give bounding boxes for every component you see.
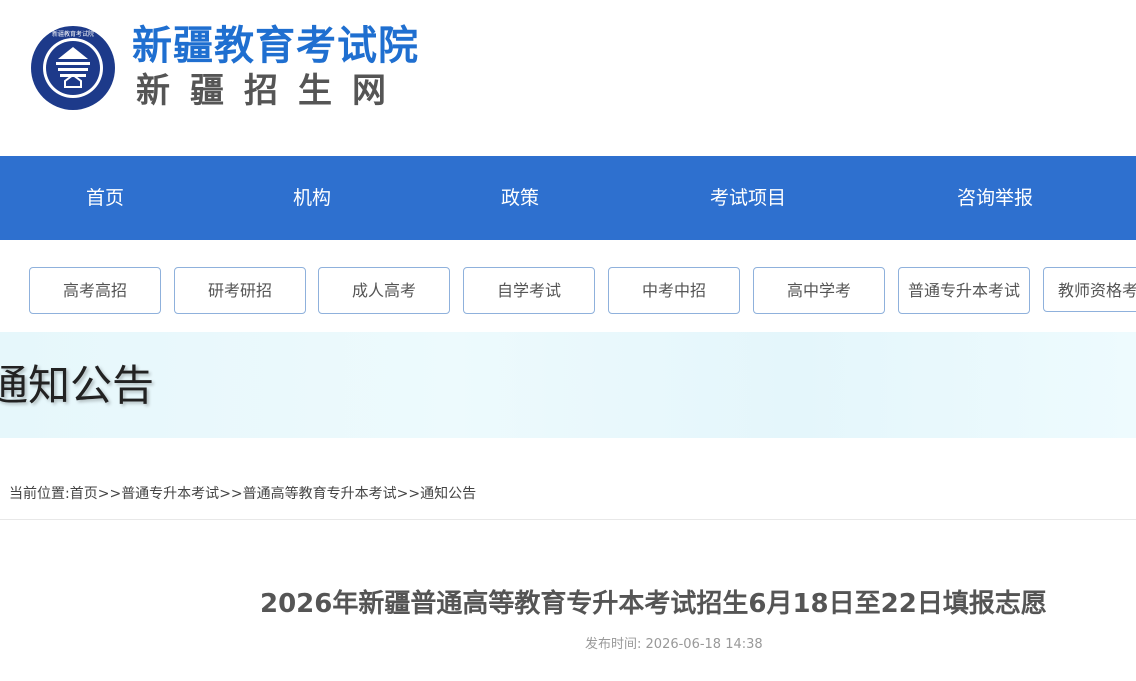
breadcrumb-link-upgrade-exam[interactable]: 普通专升本考试 bbox=[121, 486, 219, 502]
category-adult-exam[interactable]: 成人高考 bbox=[318, 267, 450, 314]
article-title: 2026年新疆普通高等教育专升本考试招生6月18日至22日填报志愿 bbox=[260, 589, 1047, 619]
nav-item-organization[interactable]: 机构 bbox=[293, 156, 331, 240]
breadcrumb-link-notices[interactable]: 通知公告 bbox=[420, 486, 476, 502]
publish-meta: 发布时间: 2026-06-18 14:38 bbox=[585, 633, 763, 652]
nav-item-home[interactable]: 首页 bbox=[86, 156, 124, 240]
category-upgrade-exam[interactable]: 普通专升本考试 bbox=[898, 267, 1030, 314]
nav-item-consult-report[interactable]: 咨询举报 bbox=[957, 156, 1033, 240]
category-zhongkao[interactable]: 中考中招 bbox=[608, 267, 740, 314]
breadcrumb-link-general-upgrade-exam[interactable]: 普通高等教育专升本考试 bbox=[243, 486, 397, 502]
breadcrumb-link-home[interactable]: 首页 bbox=[70, 486, 98, 502]
breadcrumb-separator: >> bbox=[396, 486, 421, 502]
publish-label: 发布时间: bbox=[585, 637, 642, 652]
category-gaokao[interactable]: 高考高招 bbox=[29, 267, 161, 314]
site-header: 新疆教育考试院 新疆教育考试院 新疆招生网 bbox=[0, 0, 1136, 156]
emblem-icon[interactable]: 新疆教育考试院 bbox=[30, 25, 116, 111]
site-title: 新疆教育考试院 bbox=[132, 23, 419, 69]
category-graduate-exam[interactable]: 研考研招 bbox=[174, 267, 306, 314]
site-subtitle: 新疆招生网 bbox=[136, 71, 406, 111]
breadcrumb-separator: >> bbox=[219, 486, 243, 502]
section-banner: 通知公告 bbox=[0, 332, 1136, 438]
logo-ring-text: 新疆教育考试院 bbox=[52, 30, 94, 38]
nav-item-policy[interactable]: 政策 bbox=[501, 156, 539, 240]
publish-time: 2026-06-18 14:38 bbox=[645, 637, 763, 652]
category-bar: 高考高招 研考研招 成人高考 自学考试 中考中招 高中学考 普通专升本考试 教师… bbox=[0, 267, 1136, 315]
category-self-study[interactable]: 自学考试 bbox=[463, 267, 595, 314]
category-high-school-test[interactable]: 高中学考 bbox=[753, 267, 885, 314]
breadcrumb: 当前位置:首页>>普通专升本考试>>普通高等教育专升本考试>>通知公告 bbox=[9, 484, 476, 504]
divider bbox=[0, 519, 1136, 520]
main-nav: 首页 机构 政策 考试项目 咨询举报 bbox=[0, 156, 1136, 240]
breadcrumb-prefix: 当前位置: bbox=[9, 486, 70, 502]
nav-item-exam-projects[interactable]: 考试项目 bbox=[710, 156, 786, 240]
section-title: 通知公告 bbox=[0, 361, 155, 410]
category-teacher-cert[interactable]: 教师资格考 bbox=[1043, 267, 1136, 312]
breadcrumb-separator: >> bbox=[97, 486, 122, 502]
